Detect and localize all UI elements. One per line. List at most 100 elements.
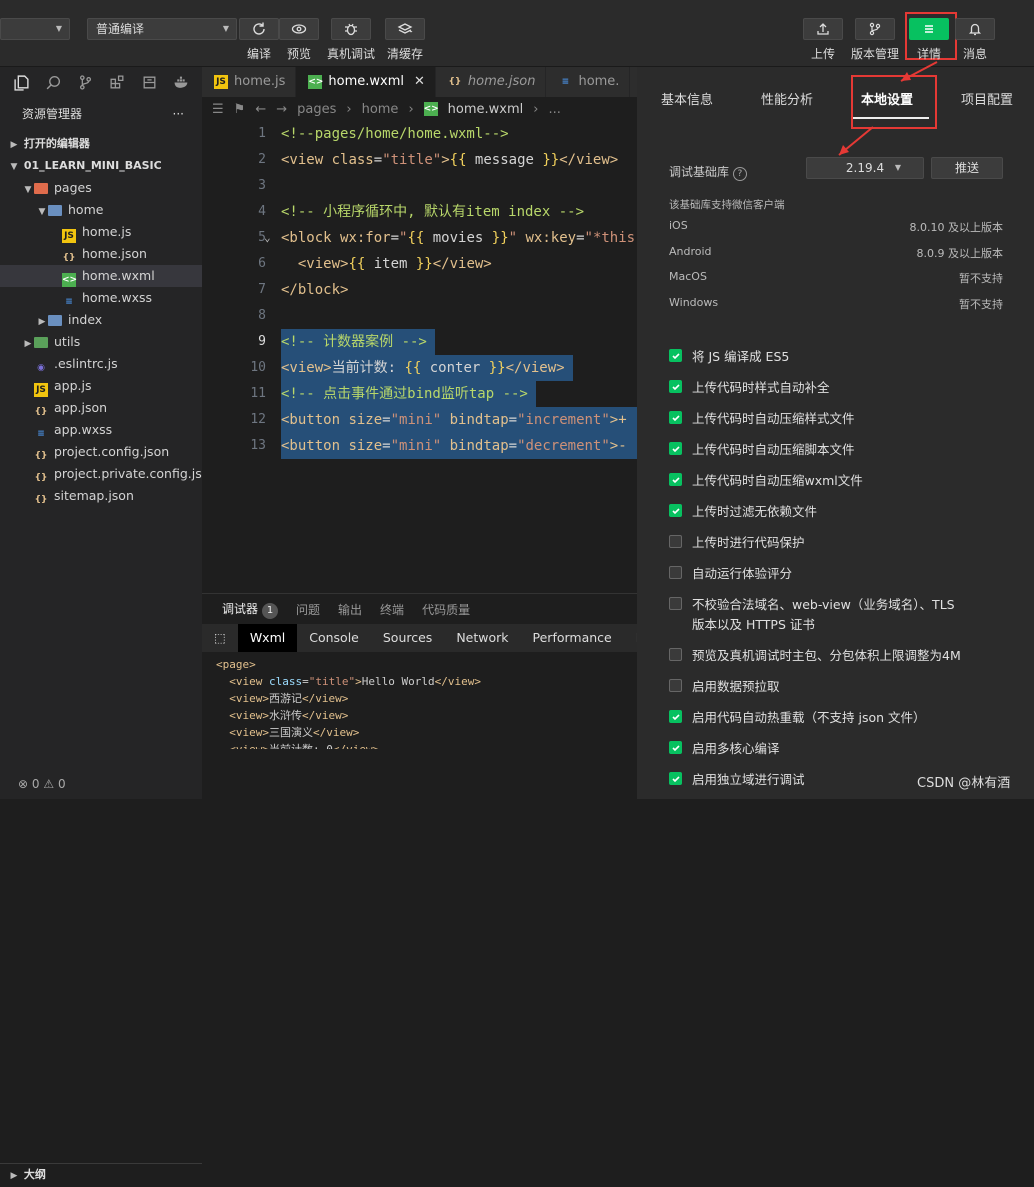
option-row[interactable]: 上传时进行代码保护 xyxy=(669,533,805,553)
checkbox-checked[interactable] xyxy=(669,380,682,393)
devtools-tab[interactable]: Sources xyxy=(371,624,444,652)
search-icon[interactable] xyxy=(40,69,66,95)
messages-button[interactable] xyxy=(955,18,995,40)
checkbox-unchecked[interactable] xyxy=(669,648,682,661)
breadcrumb-pages[interactable]: pages xyxy=(297,102,336,117)
checkbox-checked[interactable] xyxy=(669,473,682,486)
wxml-node[interactable]: <view class="title">Hello World</view> xyxy=(216,673,637,690)
back-arrow-icon[interactable]: ← xyxy=(255,102,266,117)
help-icon[interactable]: ? xyxy=(732,167,747,181)
option-row[interactable]: 上传时过滤无依赖文件 xyxy=(669,502,817,522)
breadcrumb-file[interactable]: home.wxml xyxy=(448,102,524,117)
option-row[interactable]: 上传代码时自动压缩样式文件 xyxy=(669,409,855,429)
breadcrumb-home[interactable]: home xyxy=(362,102,399,117)
checkbox-checked[interactable] xyxy=(669,349,682,362)
file-tree-item[interactable]: {} project.private.config.js... xyxy=(0,463,214,485)
code-editor[interactable]: 1 2 3 4 5 6 7 8 9 10 11 12 13 ⌄ <!--page… xyxy=(202,121,637,593)
file-tree-item[interactable]: ◉ .eslintrc.js xyxy=(0,353,202,375)
devtools-tab[interactable]: Performance xyxy=(521,624,624,652)
checkbox-unchecked[interactable] xyxy=(669,679,682,692)
file-tree-item[interactable]: {} project.config.json xyxy=(0,441,202,463)
option-row[interactable]: 启用多核心编译 xyxy=(669,739,780,759)
fold-chevron-icon[interactable]: ⌄ xyxy=(264,225,271,251)
more-icon[interactable]: ··· xyxy=(173,97,184,131)
option-row[interactable]: 将 JS 编译成 ES5 xyxy=(669,347,789,367)
checkbox-checked[interactable] xyxy=(669,442,682,455)
wxml-node[interactable]: <view>西游记</view> xyxy=(216,690,637,707)
tab-project-config[interactable]: 项目配置 xyxy=(961,89,1013,108)
clear-cache-button[interactable] xyxy=(385,18,425,40)
wxml-tree[interactable]: <page> <view class="title">Hello World</… xyxy=(202,652,637,749)
version-manage-button[interactable] xyxy=(855,18,895,40)
forward-arrow-icon[interactable]: → xyxy=(276,102,287,117)
breadcrumb-more[interactable]: ... xyxy=(548,102,560,117)
debug-tab[interactable]: 代码质量 xyxy=(422,601,470,618)
checkbox-checked[interactable] xyxy=(669,772,682,785)
option-row[interactable]: 启用数据预拉取 xyxy=(669,677,780,697)
push-button[interactable]: 推送 xyxy=(931,157,1003,179)
wxml-node[interactable]: <view>当前计数: 0</view> xyxy=(216,741,637,749)
wxml-node[interactable]: <page> xyxy=(216,656,637,673)
explorer-icon[interactable] xyxy=(8,69,34,95)
file-tree-item[interactable]: ▼ home xyxy=(0,199,202,221)
inspect-icon[interactable]: ⬚ xyxy=(202,624,238,652)
file-tree-item[interactable]: JS app.js xyxy=(0,375,202,397)
option-row[interactable]: 启用独立域进行调试 xyxy=(669,770,805,790)
checkbox-checked[interactable] xyxy=(669,710,682,723)
editor-tab[interactable]: JS home.js xyxy=(202,67,297,97)
editor-tab[interactable]: {} home.json xyxy=(436,67,547,97)
tab-basic-info[interactable]: 基本信息 xyxy=(661,89,713,108)
devtools-tab[interactable]: Network xyxy=(444,624,520,652)
option-row[interactable]: 预览及真机调试时主包、分包体积上限调整为4M xyxy=(669,646,961,666)
open-editors-section[interactable]: ▶ 打开的编辑器 xyxy=(0,133,202,155)
file-tree-item[interactable]: <> home.wxml xyxy=(0,265,202,287)
option-row[interactable]: 自动运行体验评分 xyxy=(669,564,792,584)
checkbox-checked[interactable] xyxy=(669,411,682,424)
list-icon[interactable]: ☰ xyxy=(212,102,224,117)
debug-tab[interactable]: 调试器 1 xyxy=(222,600,279,619)
extensions-icon[interactable] xyxy=(104,69,130,95)
option-row[interactable]: 不校验合法域名、web-view（业务域名）、TLS 版本以及 HTTPS 证书 xyxy=(669,595,955,635)
file-tree-item[interactable]: {} app.json xyxy=(0,397,202,419)
upload-button[interactable] xyxy=(803,18,843,40)
bookmark-icon[interactable]: ⚑ xyxy=(234,102,246,117)
compile-button[interactable] xyxy=(239,18,279,40)
checkbox-unchecked[interactable] xyxy=(669,597,682,610)
checkbox-checked[interactable] xyxy=(669,504,682,517)
tab-performance[interactable]: 性能分析 xyxy=(761,89,813,108)
option-row[interactable]: 上传代码时自动压缩wxml文件 xyxy=(669,471,863,491)
remote-debug-button[interactable] xyxy=(331,18,371,40)
wxml-node[interactable]: <view>水浒传</view> xyxy=(216,707,637,724)
devtools-tab[interactable]: Wxml xyxy=(237,624,298,652)
file-tree-item[interactable]: ▶ utils xyxy=(0,331,202,353)
file-tree-item[interactable]: ▶ index xyxy=(0,309,202,331)
compile-mode-select[interactable]: 普通编译 ▼ xyxy=(87,18,237,40)
wxml-node[interactable]: <view>三国演义</view> xyxy=(216,724,637,741)
file-tree-item[interactable]: ≡ home.wxss xyxy=(0,287,202,309)
option-row[interactable]: 上传代码时样式自动补全 xyxy=(669,378,830,398)
source-control-icon[interactable] xyxy=(72,69,98,95)
editor-tab[interactable]: <> home.wxml ✕ xyxy=(296,67,436,97)
preview-button[interactable] xyxy=(279,18,319,40)
option-row[interactable]: 上传代码时自动压缩脚本文件 xyxy=(669,440,855,460)
error-icon[interactable]: ⊗ xyxy=(18,777,28,791)
file-tree-item[interactable]: ≡ app.wxss xyxy=(0,419,202,441)
file-tree-item[interactable]: JS home.js xyxy=(0,221,202,243)
debug-tab[interactable]: 问题 xyxy=(296,601,320,618)
close-icon[interactable]: ✕ xyxy=(414,67,425,97)
warning-icon[interactable]: ⚠ xyxy=(43,777,54,791)
checkbox-checked[interactable] xyxy=(669,741,682,754)
devtools-tab[interactable]: Console xyxy=(297,624,371,652)
storage-icon[interactable] xyxy=(136,69,162,95)
debug-tab[interactable]: 终端 xyxy=(380,601,404,618)
file-tree-item[interactable]: {} home.json xyxy=(0,243,202,265)
file-tree-item[interactable]: {} sitemap.json xyxy=(0,485,202,507)
option-row[interactable]: 启用代码自动热重载（不支持 json 文件） xyxy=(669,708,926,728)
mode-select[interactable]: ▼ xyxy=(0,18,70,40)
editor-tab[interactable]: ≡ home. xyxy=(546,67,631,97)
debug-tab[interactable]: 输出 xyxy=(338,601,362,618)
docker-icon[interactable] xyxy=(168,69,194,95)
details-button[interactable] xyxy=(909,18,949,40)
checkbox-unchecked[interactable] xyxy=(669,566,682,579)
checkbox-unchecked[interactable] xyxy=(669,535,682,548)
